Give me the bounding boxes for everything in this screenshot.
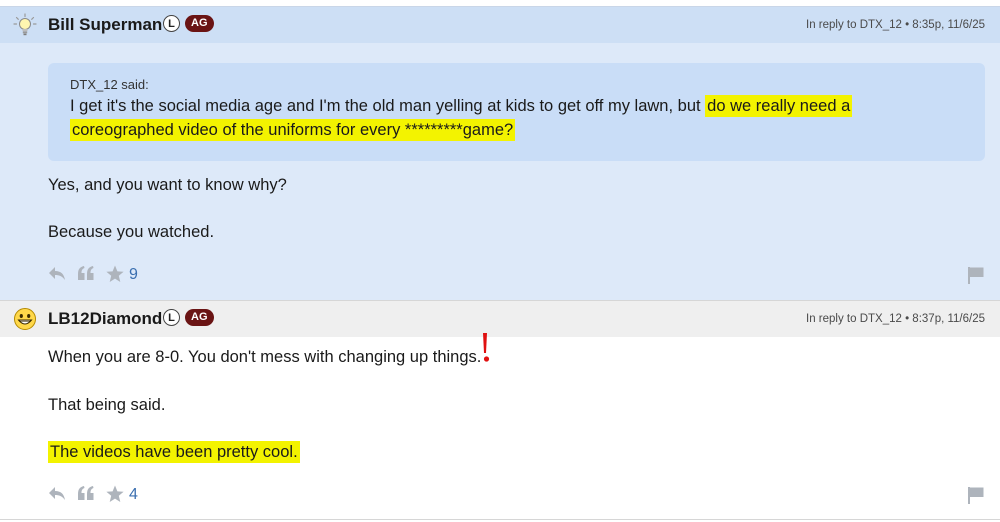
flag-icon[interactable] [967, 486, 985, 504]
star-count[interactable]: 4 [129, 486, 138, 504]
post-body-line: Yes, and you want to know why? [48, 176, 287, 194]
badge-l: L [163, 15, 180, 32]
post-bill-superman: Bill Superman L AG In reply to DTX_12 • … [0, 6, 1000, 300]
quote-icon[interactable] [77, 265, 95, 281]
quote-text-plain: I get it's the social media age and I'm … [70, 97, 706, 115]
post-body-line-highlighted: The videos have been pretty cool. [48, 441, 300, 463]
divider [0, 519, 1000, 520]
post-body-line: When you are 8-0. You don't mess with ch… [48, 348, 482, 366]
quote-author[interactable]: DTX_12 said: [70, 77, 149, 92]
badge-ag: AG [185, 15, 214, 32]
grinning-face-icon[interactable] [13, 307, 37, 331]
quote-line-1: I get it's the social media age and I'm … [70, 95, 853, 117]
quote-highlight-1: do we really need a [705, 95, 853, 117]
reply-meta[interactable]: In reply to DTX_12 • 8:37p, 11/6/25 [806, 313, 985, 325]
post-header: Bill Superman L AG In reply to DTX_12 • … [0, 7, 1000, 43]
post-lb12diamond: LB12Diamond L AG In reply to DTX_12 • 8:… [0, 300, 1000, 522]
quote-icon[interactable] [77, 485, 95, 501]
reply-meta[interactable]: In reply to DTX_12 • 8:35p, 11/6/25 [806, 19, 985, 31]
username[interactable]: LB12Diamond [48, 309, 162, 329]
post-body-highlight: The videos have been pretty cool. [48, 441, 300, 463]
quote-block: DTX_12 said: I get it's the social media… [48, 63, 985, 161]
reply-icon[interactable] [48, 485, 66, 501]
flag-icon[interactable] [967, 266, 985, 284]
username[interactable]: Bill Superman [48, 15, 162, 35]
star-count[interactable]: 9 [129, 266, 138, 284]
reply-icon[interactable] [48, 265, 66, 281]
badge-l: L [163, 309, 180, 326]
post-body-line: That being said. [48, 396, 166, 414]
exclamation-mark-annotation [483, 333, 490, 362]
quote-highlight-2: coreographed video of the uniforms for e… [70, 119, 516, 141]
lightbulb-icon[interactable] [13, 13, 37, 37]
star-icon[interactable] [106, 265, 124, 283]
star-icon[interactable] [106, 485, 124, 503]
post-body-line: Because you watched. [48, 223, 215, 241]
post-header: LB12Diamond L AG In reply to DTX_12 • 8:… [0, 301, 1000, 337]
badge-ag: AG [185, 309, 214, 326]
quote-line-2: coreographed video of the uniforms for e… [70, 119, 516, 141]
